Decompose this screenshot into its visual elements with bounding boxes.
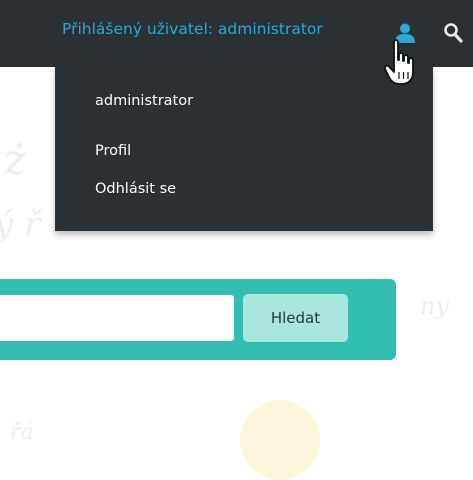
search-button[interactable]: Hledat <box>243 294 348 342</box>
background-decoration: ý ř <box>0 205 41 245</box>
search-icon[interactable] <box>443 22 463 44</box>
dropdown-username: administrator <box>95 93 194 109</box>
search-panel: Hledat <box>0 279 396 360</box>
logged-in-user-link[interactable]: Přihlášený uživatel: administrator <box>62 20 323 38</box>
menu-item-profile[interactable]: Profil <box>95 143 131 159</box>
search-input[interactable] <box>0 295 234 341</box>
user-dropdown-menu: administrator Profil Odhlásit se <box>55 67 433 231</box>
hand-cursor-icon <box>383 39 414 85</box>
background-decoration <box>240 400 320 480</box>
menu-item-logout[interactable]: Odhlásit se <box>95 181 176 197</box>
background-decoration: ż <box>4 135 27 184</box>
background-decoration: řá <box>10 420 34 445</box>
background-decoration: ny <box>420 292 450 320</box>
